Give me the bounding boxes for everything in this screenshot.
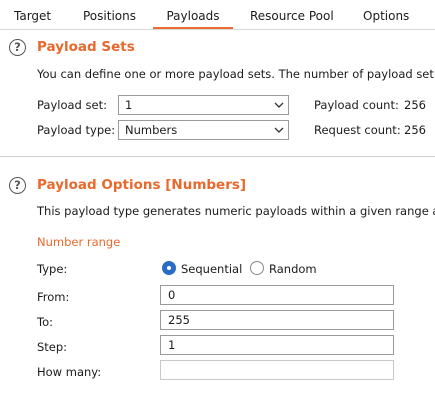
chevron-down-icon [274,102,284,108]
payload-type-value: Numbers [125,123,178,137]
section-divider [0,156,435,157]
step-label: Step: [37,340,68,354]
random-radio-label[interactable]: Random [269,262,317,276]
number-range-label: Number range [37,235,121,249]
payload-set-value: 1 [125,98,133,112]
random-radio[interactable] [250,261,264,275]
payload-sets-title: Payload Sets [37,39,135,55]
tab-options[interactable]: Options [363,0,409,29]
from-input[interactable]: 0 [160,285,394,305]
payload-count-label: Payload count: [314,98,399,112]
from-label: From: [37,290,70,304]
how-many-label: How many: [37,365,102,379]
sequential-radio-label[interactable]: Sequential [181,262,242,276]
payload-sets-description: You can define one or more payload sets.… [37,67,434,81]
tab-positions[interactable]: Positions [83,0,136,29]
tab-bar: Target Positions Payloads Resource Pool … [0,0,435,30]
tab-payloads[interactable]: Payloads [153,0,233,29]
to-input[interactable]: 255 [160,310,394,330]
payload-type-label: Payload type: [37,123,116,137]
to-label: To: [37,315,53,329]
question-circle-icon[interactable]: ? [9,177,26,194]
payload-count-value: 256 [404,98,426,112]
type-label: Type: [37,262,68,276]
sequential-radio[interactable] [162,261,176,275]
step-input[interactable]: 1 [160,335,394,355]
how-many-input[interactable] [160,360,394,380]
tab-target[interactable]: Target [14,0,51,29]
payload-options-description: This payload type generates numeric payl… [37,204,435,218]
tab-resource-pool[interactable]: Resource Pool [250,0,334,29]
request-count-label: Request count: [314,123,401,137]
payload-set-label: Payload set: [37,98,107,112]
question-circle-icon[interactable]: ? [9,39,26,56]
payload-options-title: Payload Options [Numbers] [37,177,247,193]
payload-type-select[interactable]: Numbers [118,120,289,140]
payload-set-select[interactable]: 1 [118,95,289,115]
request-count-value: 256 [404,123,426,137]
chevron-down-icon [274,127,284,133]
